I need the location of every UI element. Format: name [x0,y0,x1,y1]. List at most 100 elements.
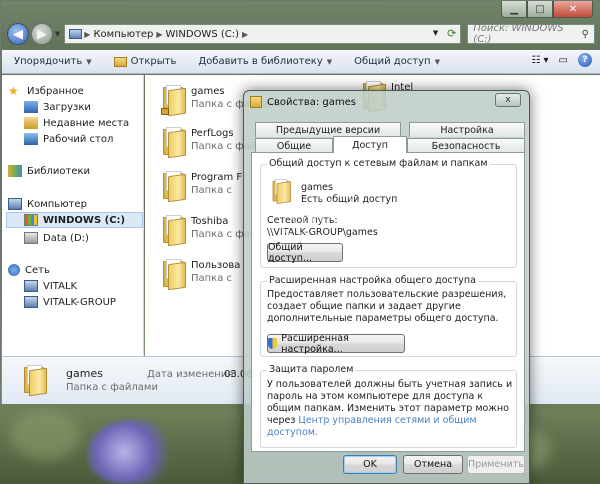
uac-shield-icon [268,338,278,349]
network-center-link[interactable]: Центр управления сетями и общим доступом… [267,415,477,438]
toolbar-right: ☷ ▾ ▭ ? [521,53,592,67]
ok-button[interactable]: OK [343,455,397,474]
sidebar-item-drive-c[interactable]: WINDOWS (C:) [6,212,143,228]
shared-folder-name: games [301,182,333,193]
navigation-bar: ◀ ▶ ▼ ▶ Компьютер ▶ WINDOWS (C:) ▶ ▼ ⟳ П… [7,23,595,45]
list-item[interactable]: Пользова Папка с [161,259,241,291]
sidebar-item-favorites[interactable]: ★ Избранное [8,83,150,99]
share-button-label: Общий доступ... [268,241,313,264]
tab-label: Общие [276,140,312,152]
address-dropdown-icon[interactable]: ▼ [433,29,438,37]
tab-label: Предыдущие версии [275,124,381,136]
chevron-down-icon: ▼ [326,57,333,66]
breadcrumb-drive-c[interactable]: WINDOWS (C:) [166,29,239,40]
tab-label: Безопасность [431,140,501,152]
command-bar: Упорядочить ▼ Открыть Добавить в библиоте… [2,50,600,74]
maximize-button[interactable]: □ [527,1,553,18]
sidebar-item-computer[interactable]: Компьютер [8,196,150,212]
tab-customize[interactable]: Настройка [409,122,525,137]
breadcrumb-separator-icon[interactable]: ▶ [242,30,248,39]
sidebar-item-network[interactable]: Сеть [8,262,150,278]
preview-pane-icon[interactable]: ▭ [559,55,568,66]
sidebar-item-label: Библиотеки [27,165,91,177]
dialog-close-button[interactable]: x [495,93,521,107]
advanced-sharing-group: Расширенная настройка общего доступа Пре… [260,275,517,357]
cancel-label: Отмена [413,459,453,470]
downloads-icon [24,101,38,113]
open-folder-icon [113,56,127,67]
advanced-sharing-button[interactable]: Расширенная настройка... [267,332,405,355]
tab-sharing[interactable]: Доступ [333,136,407,153]
sidebar-item-label: Сеть [25,264,50,276]
organize-button[interactable]: Упорядочить ▼ [14,56,92,67]
help-icon[interactable]: ? [578,53,592,67]
breadcrumb-separator-icon[interactable]: ▶ [84,30,90,39]
tab-general[interactable]: Общие [255,138,333,153]
advanced-sharing-button-label: Расширенная настройка... [281,332,349,355]
group-title: Расширенная настройка общего доступа [267,275,478,287]
refresh-icon[interactable]: ⟳ [447,27,456,40]
cancel-button[interactable]: Отмена [403,455,463,474]
chevron-down-icon: ▼ [86,57,92,66]
back-button[interactable]: ◀ [7,23,29,45]
apply-button[interactable]: Применить [467,455,525,474]
tab-previous-versions[interactable]: Предыдущие версии [255,122,401,137]
computer-icon [8,198,22,210]
breadcrumb-separator-icon[interactable]: ▶ [156,30,162,39]
folder-icon [22,365,48,397]
recent-pages-dropdown[interactable]: ▼ [55,30,60,38]
sidebar-item-label: VITALK-GROUP [43,296,116,308]
open-label: Открыть [130,56,177,67]
dialog-title-text: Свойства: games [267,96,356,108]
chevron-down-icon: ▼ [434,57,440,66]
ok-label: OK [363,459,377,470]
dialog-title: Свойства: games [250,96,356,108]
breadcrumb-computer[interactable]: Компьютер [93,29,153,40]
password-protection-group: Защита паролем У пользователей должны бы… [260,364,517,448]
folder-icon [161,127,187,159]
folder-icon [161,171,187,203]
view-options-icon[interactable]: ☷ ▾ [531,55,548,66]
file-name: Пользова [191,260,241,271]
minimize-button[interactable]: ▁ [501,1,527,18]
search-input[interactable]: Поиск: WINDOWS (C:) ⚲ [467,23,595,45]
sidebar-item-label: Загрузки [43,101,91,113]
folder-icon [250,96,262,108]
password-protection-description: У пользователей должны быть учетная запи… [267,379,513,439]
background-flower [88,420,178,484]
recent-places-icon [24,117,38,129]
windows-drive-icon [24,214,38,226]
close-icon: x [505,95,511,105]
add-to-library-button[interactable]: Добавить в библиотеку ▼ [198,56,332,67]
window-controls: ▁ □ ✕ [501,1,593,18]
sidebar-item-libraries[interactable]: Библиотеки [8,163,150,179]
close-button[interactable]: ✕ [553,1,593,18]
file-type: Папка с [191,273,233,284]
tab-security[interactable]: Безопасность [407,138,525,153]
open-button[interactable]: Открыть [113,56,177,67]
advanced-sharing-description: Предоставляет пользовательские разрешени… [267,289,507,324]
details-name: games [66,367,103,380]
desktop-icon [24,133,38,145]
dialog-body: Предыдущие версии Настройка Общие Доступ… [251,118,525,454]
share-button[interactable]: Общий доступ... [267,241,343,264]
organize-label: Упорядочить [14,56,83,67]
address-bar[interactable]: ▶ Компьютер ▶ WINDOWS (C:) ▶ ▼ ⟳ [64,24,462,44]
sidebar-item-label: Недавние места [43,117,130,129]
share-label: Общий доступ [354,56,431,67]
forward-button[interactable]: ▶ [30,23,53,45]
group-title: Защита паролем [267,364,356,376]
list-item[interactable]: Program F Папка с [161,171,242,203]
share-button[interactable]: Общий доступ ▼ [354,56,440,67]
navigation-pane: ★ Избранное Загрузки Недавние места Рабо… [2,75,144,356]
computer-icon [24,296,38,308]
network-icon [8,264,20,276]
sharing-status: Есть общий доступ [301,194,398,205]
drive-icon [24,232,38,244]
details-type: Папка с файлами [66,382,158,393]
sidebar-item-label: Рабочий стол [43,133,114,145]
network-sharing-group: Общий доступ к сетевым файлам и папкам g… [260,158,517,268]
search-icon[interactable]: ⚲ [582,29,589,40]
sidebar-item-label: VITALK [43,280,78,292]
sidebar-item-label: WINDOWS (C:) [43,214,126,226]
